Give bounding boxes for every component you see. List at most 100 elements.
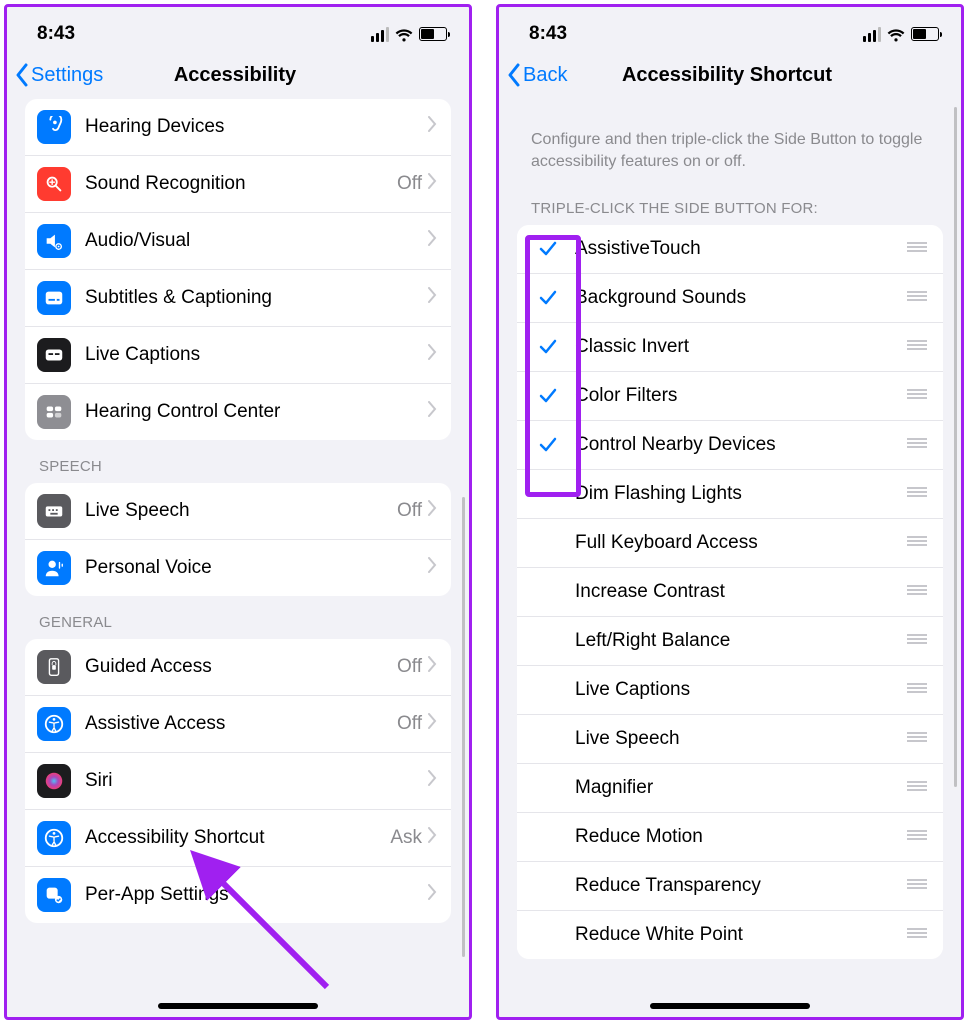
chevron-left-icon xyxy=(507,63,521,87)
drag-handle-icon[interactable] xyxy=(905,777,929,799)
checkmark-icon xyxy=(521,288,575,308)
shortcut-label: Reduce Motion xyxy=(575,826,905,848)
row-value: Off xyxy=(397,173,422,195)
settings-row[interactable]: Per-App Settings xyxy=(25,867,451,923)
drag-handle-icon[interactable] xyxy=(905,287,929,309)
row-value: Ask xyxy=(390,827,422,849)
status-bar: 8:43 xyxy=(499,7,961,55)
shortcut-label: Classic Invert xyxy=(575,336,905,358)
shortcut-label: Magnifier xyxy=(575,777,905,799)
drag-handle-icon[interactable] xyxy=(905,875,929,897)
chevron-right-icon xyxy=(428,401,437,423)
settings-row[interactable]: Siri xyxy=(25,753,451,810)
settings-row[interactable]: Hearing Control Center xyxy=(25,384,451,440)
settings-row[interactable]: Subtitles & Captioning xyxy=(25,270,451,327)
drag-handle-icon[interactable] xyxy=(905,483,929,505)
shortcut-label: Dim Flashing Lights xyxy=(575,483,905,505)
shortcut-row[interactable]: Live Captions xyxy=(517,666,943,715)
shortcut-row[interactable]: Increase Contrast xyxy=(517,568,943,617)
chevron-right-icon xyxy=(428,770,437,792)
shortcut-label: Background Sounds xyxy=(575,287,905,309)
shortcut-row[interactable]: Reduce Motion xyxy=(517,813,943,862)
drag-handle-icon[interactable] xyxy=(905,532,929,554)
settings-row[interactable]: Live SpeechOff xyxy=(25,483,451,540)
drag-handle-icon[interactable] xyxy=(905,728,929,750)
hearing-control-icon xyxy=(37,395,71,429)
siri-icon xyxy=(37,764,71,798)
drag-handle-icon[interactable] xyxy=(905,826,929,848)
assistive-access-icon xyxy=(37,707,71,741)
drag-handle-icon[interactable] xyxy=(905,581,929,603)
shortcut-row[interactable]: Color Filters xyxy=(517,372,943,421)
scrollbar[interactable] xyxy=(462,497,465,957)
chevron-right-icon xyxy=(428,713,437,735)
drag-handle-icon[interactable] xyxy=(905,336,929,358)
checkmark-icon xyxy=(521,337,575,357)
shortcut-row[interactable]: Magnifier xyxy=(517,764,943,813)
live-captions-icon xyxy=(37,338,71,372)
shortcut-label: AssistiveTouch xyxy=(575,238,905,260)
settings-row[interactable]: Accessibility ShortcutAsk xyxy=(25,810,451,867)
row-label: Personal Voice xyxy=(85,557,428,579)
shortcut-row[interactable]: Background Sounds xyxy=(517,274,943,323)
settings-group: Live SpeechOff Personal Voice xyxy=(25,483,451,596)
row-label: Audio/Visual xyxy=(85,230,428,252)
phone-accessibility-settings: 8:43 Settings Accessibility Hearing Devi… xyxy=(4,4,472,1020)
settings-group: Hearing DevicesSound RecognitionOffAudio… xyxy=(25,99,451,440)
shortcut-row[interactable]: Control Nearby Devices xyxy=(517,421,943,470)
back-button[interactable]: Back xyxy=(507,63,622,87)
shortcut-row[interactable]: Full Keyboard Access xyxy=(517,519,943,568)
shortcut-row[interactable]: AssistiveTouch xyxy=(517,225,943,274)
shortcut-row[interactable]: Reduce White Point xyxy=(517,911,943,959)
row-label: Per-App Settings xyxy=(85,884,428,906)
navigation-bar: Back Accessibility Shortcut xyxy=(499,55,961,99)
drag-handle-icon[interactable] xyxy=(905,924,929,946)
row-value: Off xyxy=(397,656,422,678)
personal-voice-icon xyxy=(37,551,71,585)
settings-row[interactable]: Personal Voice xyxy=(25,540,451,596)
shortcut-label: Left/Right Balance xyxy=(575,630,905,652)
chevron-right-icon xyxy=(428,230,437,252)
settings-row[interactable]: Audio/Visual xyxy=(25,213,451,270)
drag-handle-icon[interactable] xyxy=(905,238,929,260)
scrollbar[interactable] xyxy=(954,107,957,787)
row-label: Accessibility Shortcut xyxy=(85,827,390,849)
ear-icon xyxy=(37,110,71,144)
row-label: Sound Recognition xyxy=(85,173,397,195)
shortcut-list: AssistiveTouch Background Sounds Classic I… xyxy=(517,225,943,959)
drag-handle-icon[interactable] xyxy=(905,434,929,456)
drag-handle-icon[interactable] xyxy=(905,385,929,407)
chevron-right-icon xyxy=(428,173,437,195)
chevron-right-icon xyxy=(428,884,437,906)
chevron-right-icon xyxy=(428,287,437,309)
status-bar: 8:43 xyxy=(7,7,469,55)
settings-row[interactable]: Guided AccessOff xyxy=(25,639,451,696)
row-label: Subtitles & Captioning xyxy=(85,287,428,309)
shortcut-row[interactable]: Dim Flashing Lights xyxy=(517,470,943,519)
shortcut-label: Reduce Transparency xyxy=(575,875,905,897)
phone-accessibility-shortcut: 8:43 Back Accessibility Shortcut Configu… xyxy=(496,4,964,1020)
shortcut-row[interactable]: Classic Invert xyxy=(517,323,943,372)
status-icons xyxy=(371,27,447,42)
settings-row[interactable]: Sound RecognitionOff xyxy=(25,156,451,213)
shortcut-row[interactable]: Reduce Transparency xyxy=(517,862,943,911)
guided-access-icon xyxy=(37,650,71,684)
drag-handle-icon[interactable] xyxy=(905,679,929,701)
drag-handle-icon[interactable] xyxy=(905,630,929,652)
back-button[interactable]: Settings xyxy=(15,63,174,87)
home-indicator[interactable] xyxy=(650,1003,810,1009)
settings-row[interactable]: Live Captions xyxy=(25,327,451,384)
back-label: Back xyxy=(523,64,567,87)
shortcut-row[interactable]: Left/Right Balance xyxy=(517,617,943,666)
shortcut-content: Configure and then triple-click the Side… xyxy=(499,99,961,1017)
per-app-icon xyxy=(37,878,71,912)
shortcut-label: Control Nearby Devices xyxy=(575,434,905,456)
home-indicator[interactable] xyxy=(158,1003,318,1009)
shortcut-label: Live Speech xyxy=(575,728,905,750)
settings-row[interactable]: Assistive AccessOff xyxy=(25,696,451,753)
shortcut-row[interactable]: Live Speech xyxy=(517,715,943,764)
status-time: 8:43 xyxy=(37,23,75,45)
row-label: Guided Access xyxy=(85,656,397,678)
settings-row[interactable]: Hearing Devices xyxy=(25,99,451,156)
row-label: Live Speech xyxy=(85,500,397,522)
